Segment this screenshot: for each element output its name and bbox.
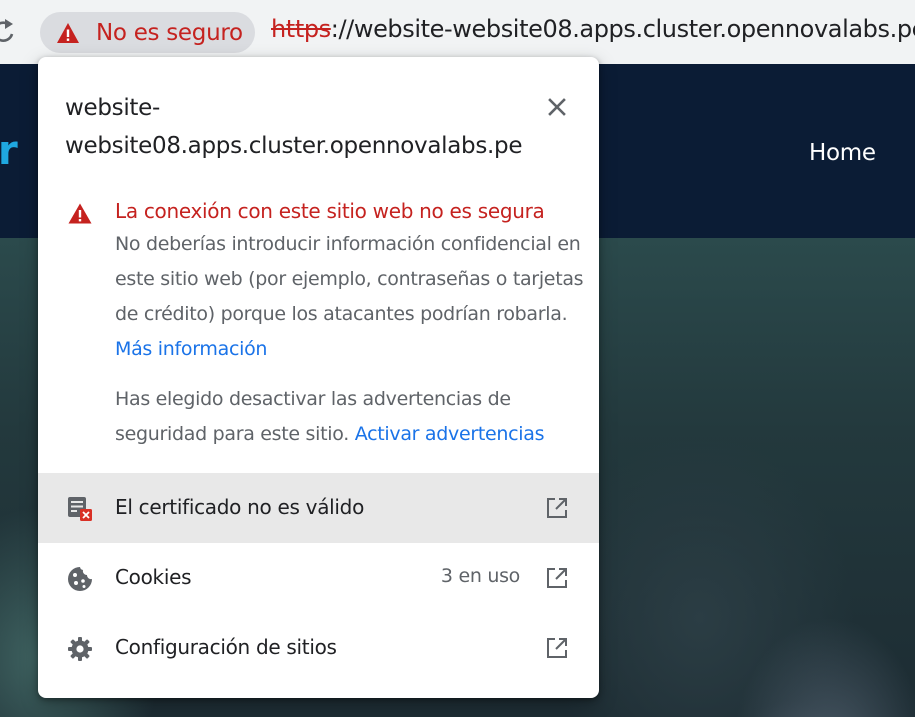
address-field[interactable]: https://website-website08.apps.cluster.o… <box>271 15 915 43</box>
site-logo: r <box>0 128 18 174</box>
nav-home-link[interactable]: Home <box>809 140 876 166</box>
warning-description: No deberías introducir información confi… <box>115 227 585 367</box>
site-settings-label: Configuración de sitios <box>115 635 337 659</box>
warning-icon <box>57 22 79 43</box>
page-info-popup: website- website08.apps.cluster.opennova… <box>38 57 599 698</box>
enable-warnings-link[interactable]: Activar advertencias <box>355 423 545 445</box>
site-security-chip[interactable]: No es seguro <box>40 12 255 53</box>
url-host: ://website-website08.apps.cluster.openno… <box>330 15 915 43</box>
more-info-link[interactable]: Más información <box>115 338 267 360</box>
gear-icon <box>68 637 92 661</box>
site-settings-row[interactable]: Configuración de sitios <box>38 613 599 683</box>
reload-icon[interactable] <box>0 18 16 44</box>
popup-title-line1: website- <box>65 95 161 121</box>
popup-title-line2: website08.apps.cluster.opennovalabs.pe <box>65 133 523 159</box>
certificate-label: El certificado no es válido <box>115 495 364 519</box>
warnings-disabled-note: Has elegido desactivar las advertencias … <box>115 382 575 452</box>
not-secure-label: No es seguro <box>96 19 243 46</box>
browser-toolbar: No es seguro https://website-website08.a… <box>0 0 915 64</box>
external-link-icon <box>547 498 567 518</box>
close-icon[interactable] <box>543 93 571 121</box>
external-link-icon <box>547 568 567 588</box>
certificate-row[interactable]: El certificado no es válido <box>38 473 599 543</box>
warning-body-text: No deberías introducir información confi… <box>115 233 584 325</box>
cookies-count: 3 en uso <box>440 565 520 587</box>
warning-icon <box>68 203 92 224</box>
external-link-icon <box>547 638 567 658</box>
url-scheme: https <box>271 15 331 43</box>
popup-title: website- website08.apps.cluster.opennova… <box>65 89 535 165</box>
cookies-label: Cookies <box>115 565 192 589</box>
warning-heading: La conexión con este sitio web no es seg… <box>115 199 545 223</box>
cookie-icon <box>68 567 92 591</box>
cookies-row[interactable]: Cookies 3 en uso <box>38 543 599 613</box>
certificate-error-icon <box>68 497 92 521</box>
